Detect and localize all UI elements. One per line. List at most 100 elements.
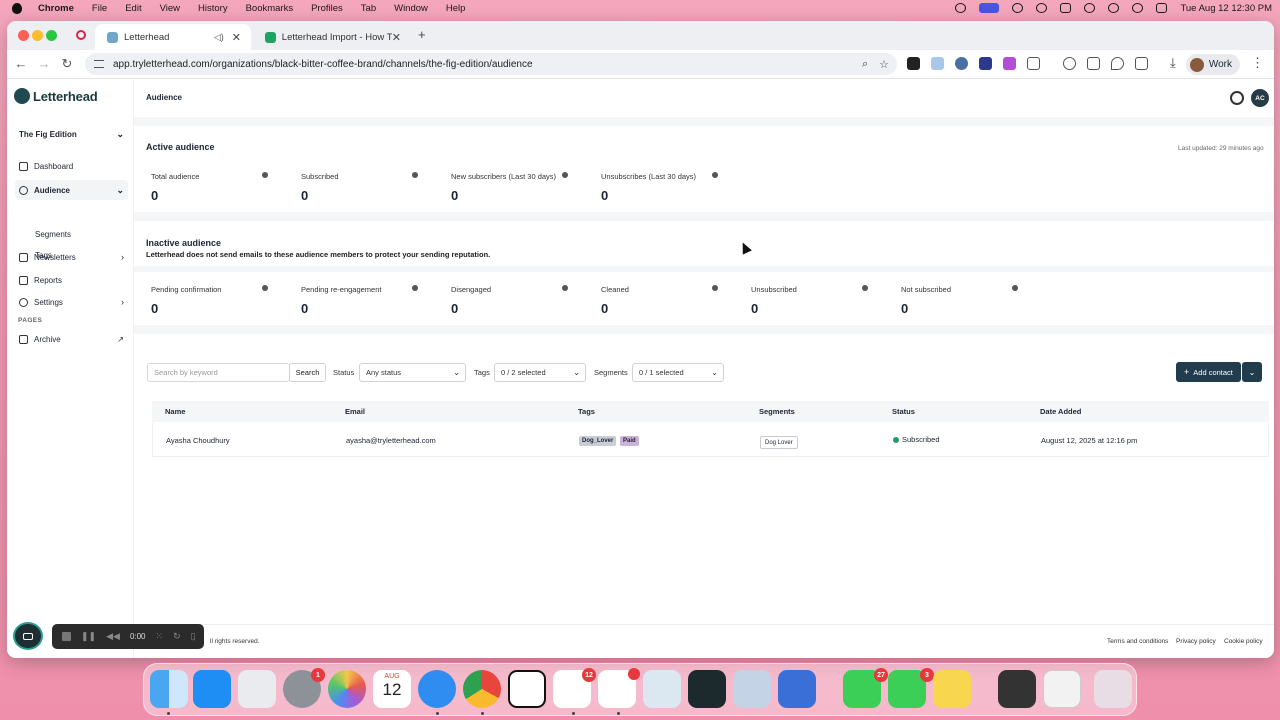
column-header-date-added[interactable]: Date Added (1040, 407, 1081, 416)
preview-icon[interactable] (733, 670, 771, 708)
menu-tab[interactable]: Tab (361, 3, 376, 14)
browser-menu-icon[interactable]: ⋮ (1251, 55, 1264, 71)
wifi-icon[interactable] (1108, 3, 1120, 13)
minimize-window-button[interactable] (32, 30, 43, 41)
datagrip-icon[interactable] (688, 670, 726, 708)
location-pin-icon[interactable] (1111, 57, 1124, 70)
menu-app-name[interactable]: Chrome (38, 3, 74, 14)
info-icon[interactable] (562, 285, 568, 291)
info-icon[interactable] (1012, 285, 1018, 291)
reload-icon[interactable]: ↻ (59, 56, 75, 72)
recorder-camera-button[interactable] (13, 622, 43, 650)
avatar[interactable]: AC (1251, 89, 1269, 107)
pause-icon[interactable]: ❚❚ (81, 631, 96, 642)
vpn-icon[interactable] (1060, 3, 1072, 13)
new-tab-icon[interactable]: + (418, 27, 426, 42)
sidebar-item-dashboard[interactable]: Dashboard (15, 156, 128, 176)
profile-button[interactable]: Work (1185, 54, 1240, 75)
sidebar-item-newsletters[interactable]: Newsletters › (15, 247, 128, 267)
add-contact-options-button[interactable]: ⌄ (1242, 362, 1262, 382)
notion-icon[interactable] (508, 670, 546, 708)
terms-link[interactable]: Terms and conditions (1107, 638, 1168, 645)
microphone-icon[interactable] (955, 3, 967, 13)
extension-icon[interactable] (1003, 57, 1016, 70)
forward-arrow-icon[interactable]: → (36, 56, 52, 71)
search-input[interactable]: Search by keyword (147, 363, 290, 382)
info-icon[interactable] (262, 285, 268, 291)
close-tab-icon[interactable]: ✕ (232, 31, 241, 44)
menu-history[interactable]: History (198, 3, 228, 14)
screen-share-icon[interactable] (979, 3, 1000, 13)
notes-icon[interactable] (933, 670, 971, 708)
menu-edit[interactable]: Edit (125, 3, 141, 14)
download-icon[interactable]: ⤓ (1170, 55, 1176, 71)
menu-window[interactable]: Window (394, 3, 428, 14)
trash-icon[interactable] (1094, 670, 1132, 708)
sidebar-item-archive[interactable]: Archive ↗ (15, 329, 128, 349)
menu-help[interactable]: Help (446, 3, 466, 14)
menu-bookmarks[interactable]: Bookmarks (246, 3, 294, 14)
column-header-status[interactable]: Status (892, 407, 915, 416)
close-window-button[interactable] (18, 30, 29, 41)
cast-icon[interactable] (1135, 57, 1148, 70)
zoom-search-icon[interactable]: ⌕ (862, 58, 868, 71)
status-filter-select[interactable]: Any status ⌄ (359, 363, 466, 382)
privacy-link[interactable]: Privacy policy (1176, 638, 1216, 645)
logo-text[interactable]: Letterhead (33, 89, 98, 104)
sidebar-item-segments[interactable]: Segments (35, 230, 71, 239)
add-contact-button[interactable]: + Add contact (1176, 362, 1241, 382)
channel-selector[interactable]: The Fig Edition ⌄ (15, 124, 128, 144)
close-tab-icon[interactable]: ✕ (392, 31, 401, 44)
screen-recording-thumbnail-icon[interactable] (998, 670, 1036, 708)
extension-icon[interactable] (979, 57, 992, 70)
back-arrow-icon[interactable]: ← (13, 56, 29, 71)
info-icon[interactable] (412, 172, 418, 178)
column-header-email[interactable]: Email (345, 407, 365, 416)
menubar-clock[interactable]: Tue Aug 12 12:30 PM (1180, 3, 1272, 14)
info-icon[interactable] (562, 172, 568, 178)
info-icon[interactable] (712, 285, 718, 291)
calendar-icon[interactable]: AUG 12 (373, 670, 411, 708)
sidebar-item-settings[interactable]: Settings › (15, 292, 128, 312)
address-bar[interactable]: app.tryletterhead.com/organizations/blac… (85, 53, 897, 75)
site-info-icon[interactable] (94, 60, 104, 68)
column-header-tags[interactable]: Tags (578, 407, 595, 416)
url-text[interactable]: app.tryletterhead.com/organizations/blac… (113, 59, 533, 70)
control-center-icon[interactable] (1156, 3, 1168, 13)
play-icon[interactable] (1084, 3, 1096, 13)
menu-file[interactable]: File (92, 3, 107, 14)
testflight-icon[interactable] (778, 670, 816, 708)
info-icon[interactable] (862, 285, 868, 291)
tags-filter-select[interactable]: 0 / 2 selected ⌄ (494, 363, 586, 382)
search-button[interactable]: Search (289, 363, 326, 382)
info-icon[interactable] (262, 172, 268, 178)
menu-profiles[interactable]: Profiles (311, 3, 343, 14)
focus-moon-icon[interactable] (1036, 3, 1048, 13)
speaker-icon[interactable]: ◁) (214, 32, 224, 43)
photos-icon[interactable] (328, 670, 366, 708)
help-lifebuoy-icon[interactable] (1230, 91, 1244, 105)
spotlight-search-icon[interactable] (1132, 3, 1144, 13)
document-thumbnail-icon[interactable] (1043, 670, 1081, 708)
table-row[interactable]: Ayasha Choudhury ayasha@tryletterhead.co… (152, 423, 1269, 457)
sidebar-item-reports[interactable]: Reports (15, 270, 128, 290)
print-icon[interactable] (1087, 57, 1100, 70)
finder-icon[interactable] (150, 670, 188, 708)
scissors-tool-icon[interactable] (643, 670, 681, 708)
sidebar-item-audience[interactable]: Audience ⌄ (15, 180, 128, 200)
extensions-puzzle-icon[interactable] (1027, 57, 1040, 70)
column-header-segments[interactable]: Segments (759, 407, 795, 416)
launchpad-icon[interactable] (238, 670, 276, 708)
app-store-icon[interactable] (193, 670, 231, 708)
segments-filter-select[interactable]: 0 / 1 selected ⌄ (632, 363, 724, 382)
extension-status-icon[interactable] (1012, 3, 1024, 13)
column-header-name[interactable]: Name (165, 407, 185, 416)
safari-icon[interactable] (418, 670, 456, 708)
info-icon[interactable] (712, 172, 718, 178)
menu-view[interactable]: View (160, 3, 180, 14)
info-icon[interactable] (412, 285, 418, 291)
rewind-icon[interactable]: ◀◀ (106, 631, 120, 642)
bookmark-star-icon[interactable]: ☆ (879, 58, 889, 71)
restart-icon[interactable]: ↻ (173, 631, 181, 642)
contact-name[interactable]: Ayasha Choudhury (166, 436, 230, 445)
